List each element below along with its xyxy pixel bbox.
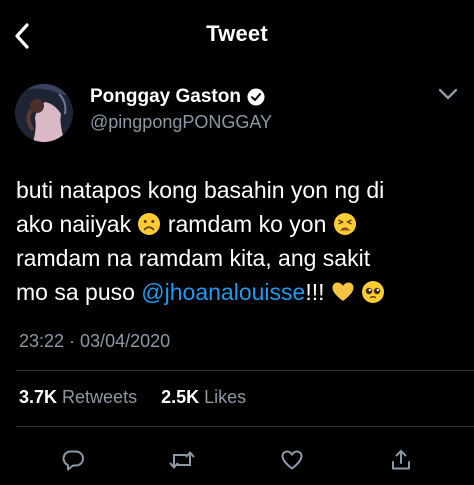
reply-icon (62, 450, 84, 471)
weary-face-emoji (333, 211, 357, 235)
tweet-text: buti natapos kong basahin yon ng di ako … (16, 173, 466, 309)
display-name[interactable]: Ponggay Gaston (90, 86, 241, 108)
top-bar: Tweet (0, 0, 474, 70)
mention-link[interactable]: @jhoanalouisse (141, 279, 305, 305)
tweet-line: mo sa puso @jhoanalouisse!!! (16, 275, 466, 309)
share-button[interactable] (386, 445, 416, 475)
frowning-face-emoji (137, 211, 161, 235)
retweet-icon (169, 451, 195, 469)
tweet-menu-button[interactable] (435, 83, 461, 105)
tweet-actions (0, 445, 474, 475)
likes-count: 2.5K (161, 387, 200, 407)
tweet-stats: 3.7K Retweets 2.5K Likes (19, 387, 246, 408)
tweet-timestamp: 23:22 · 03/04/2020 (19, 331, 171, 351)
retweets-count: 3.7K (19, 387, 58, 407)
tweet-line: ramdam na ramdam kita, ang sakit (16, 245, 371, 271)
tweet-author: Ponggay Gaston @pingpongPONGGAY (0, 80, 474, 142)
avatar-photo (15, 84, 73, 142)
page-title: Tweet (206, 21, 268, 46)
yellow-heart-emoji (331, 279, 355, 303)
pleading-face-emoji (361, 279, 385, 303)
tweet-line: ako naiiyak ramdam ko yon (16, 207, 466, 241)
reply-button[interactable] (58, 445, 88, 475)
verified-badge-icon (247, 88, 265, 106)
likes-label: Likes (204, 387, 247, 407)
divider (16, 370, 474, 371)
retweets-label: Retweets (62, 387, 138, 407)
like-button[interactable] (277, 445, 307, 475)
tweet-line: buti natapos kong basahin yon ng di (16, 177, 385, 203)
user-handle[interactable]: @pingpongPONGGAY (90, 112, 272, 133)
likes-stat[interactable]: 2.5K Likes (161, 387, 246, 408)
like-icon (281, 450, 303, 470)
divider (16, 426, 474, 427)
retweets-stat[interactable]: 3.7K Retweets (19, 387, 137, 408)
avatar[interactable] (15, 84, 73, 142)
share-icon (392, 450, 410, 470)
retweet-button[interactable] (167, 445, 197, 475)
chevron-down-icon (438, 88, 458, 100)
